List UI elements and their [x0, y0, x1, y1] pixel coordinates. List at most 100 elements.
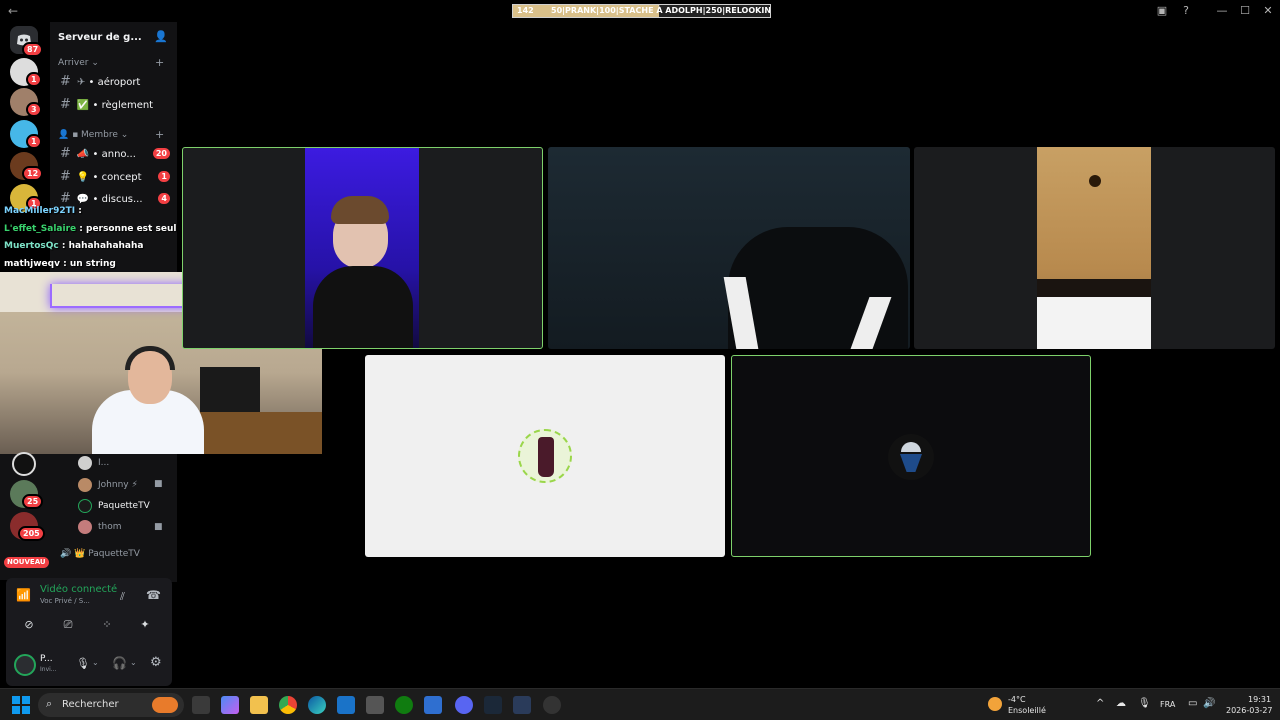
mail-icon[interactable]: [337, 696, 355, 714]
minimize-icon[interactable]: —: [1214, 4, 1230, 18]
chevron-down-icon[interactable]: ⌄: [130, 658, 137, 667]
add-channel-icon[interactable]: +: [155, 128, 164, 141]
windows-start-icon[interactable]: [12, 696, 32, 714]
discord-home-icon[interactable]: 87: [10, 26, 44, 57]
steam-icon[interactable]: [484, 696, 502, 714]
invite-icon[interactable]: 👤: [154, 30, 168, 43]
weather-temp: -4°C: [1008, 695, 1026, 704]
category-membre[interactable]: 👤 ▪ Membre ⌄: [58, 130, 128, 140]
microphone-icon[interactable]: 🎙: [1138, 698, 1151, 709]
task-view-icon[interactable]: [192, 696, 210, 714]
voice-channel-row[interactable]: 🔊 👑 PaquetteTV: [60, 545, 140, 563]
channel-annonces[interactable]: # 📣 • anno... 20: [60, 145, 170, 163]
cloud-icon[interactable]: ☁: [1116, 698, 1126, 709]
activities-button[interactable]: ⁘: [92, 615, 122, 635]
bed: [1037, 297, 1151, 349]
tray-expand-icon[interactable]: ^: [1096, 698, 1104, 709]
server-name[interactable]: Serveur de g...: [58, 32, 142, 43]
settings-gear-icon[interactable]: ⚙: [150, 655, 162, 670]
server-icon[interactable]: [12, 452, 36, 476]
noise-suppression-icon[interactable]: ⫽: [120, 590, 125, 604]
search-highlight-icon: [152, 697, 178, 713]
chat-line: mathjweqv : un string: [4, 258, 116, 269]
hash-icon: #: [60, 74, 71, 89]
voice-channel[interactable]: Voc Privé / S...: [40, 597, 90, 605]
server-icon[interactable]: 12: [10, 152, 44, 181]
voice-member[interactable]: thom: [78, 518, 122, 536]
check-icon: ✅: [76, 100, 90, 111]
microphone-icon[interactable]: 🎙: [76, 657, 90, 670]
donation-ticker: 142 50|PRANK|100|STACHE À ADOLPH|250|REL…: [512, 4, 771, 18]
server-badge: 205: [18, 526, 45, 541]
monitor: [200, 367, 260, 412]
clock-time[interactable]: 19:31: [1248, 695, 1271, 704]
chrome-icon[interactable]: [279, 696, 297, 714]
chevron-down-icon[interactable]: ⌄: [92, 658, 99, 667]
server-badge: 3: [26, 102, 42, 117]
server-icon[interactable]: 3: [10, 88, 42, 117]
channel-concept[interactable]: # 💡 • concept 1: [60, 168, 170, 186]
app-icon[interactable]: [543, 696, 561, 714]
maximize-icon[interactable]: ☐: [1237, 4, 1253, 18]
network-icon[interactable]: ▭: [1188, 698, 1197, 709]
server-icon[interactable]: 25: [10, 480, 44, 509]
hash-icon: #: [60, 146, 71, 161]
participant-video: [305, 148, 419, 348]
avatar: [78, 477, 92, 492]
participant-avatar: [518, 429, 572, 483]
channel-aeroport[interactable]: # ✈ • aéroport: [60, 73, 170, 91]
voice-member[interactable]: PaquetteTV: [78, 497, 150, 515]
language-indicator[interactable]: FRA: [1160, 700, 1175, 709]
server-badge: 12: [22, 166, 44, 181]
unread-badge: 1: [158, 171, 170, 182]
back-arrow-icon[interactable]: ←: [8, 3, 24, 19]
app-icon[interactable]: [513, 696, 531, 714]
volume-icon[interactable]: 🔊: [1203, 698, 1215, 709]
search-icon: ⌕: [46, 697, 53, 710]
channel-reglement[interactable]: # ✅ • règlement: [60, 96, 170, 114]
headphones-icon[interactable]: 🎧: [112, 656, 127, 670]
plane-icon: ✈: [76, 77, 86, 88]
video-icon: ■: [154, 479, 163, 489]
clock-date[interactable]: 2026-03-27: [1226, 706, 1273, 715]
server-icon[interactable]: 1: [10, 58, 42, 87]
voice-status[interactable]: Vidéo connecté: [40, 584, 117, 595]
hash-icon: #: [60, 169, 71, 184]
avatar: [78, 455, 92, 470]
weather-icon[interactable]: [988, 697, 1002, 711]
file-explorer-icon[interactable]: [250, 696, 268, 714]
voice-member[interactable]: Johnny ⚡: [78, 476, 138, 494]
server-icon[interactable]: 205: [10, 512, 45, 541]
xbox-icon[interactable]: [395, 696, 413, 714]
video-tile[interactable]: [365, 355, 725, 557]
close-icon[interactable]: ✕: [1260, 4, 1276, 18]
add-channel-icon[interactable]: +: [155, 56, 164, 69]
voice-member[interactable]: I...: [78, 454, 109, 472]
settings-icon[interactable]: [366, 696, 384, 714]
inbox-icon[interactable]: ▣: [1154, 4, 1170, 18]
disconnect-icon[interactable]: ☎: [146, 588, 161, 602]
camera-toggle-button[interactable]: ⊘: [14, 615, 44, 635]
user-avatar[interactable]: [14, 654, 36, 676]
idea-icon: 💡: [76, 172, 90, 183]
store-icon[interactable]: [424, 696, 442, 714]
edge-icon[interactable]: [308, 696, 326, 714]
video-tile[interactable]: [731, 355, 1091, 557]
search-input[interactable]: ⌕ Rechercher: [38, 693, 184, 717]
video-tile[interactable]: [182, 147, 543, 349]
server-icon[interactable]: 1: [10, 120, 42, 149]
help-icon[interactable]: ?: [1178, 4, 1194, 18]
soundboard-button[interactable]: ✦: [130, 615, 160, 635]
unread-badge: 20: [152, 148, 170, 159]
home-badge: 87: [22, 42, 44, 57]
category-arriver[interactable]: Arriver ⌄: [58, 58, 99, 68]
user-name: P...: [40, 654, 53, 664]
server-badge: 25: [22, 494, 44, 509]
video-tile[interactable]: [914, 147, 1275, 349]
lower-sidebar: 25 205 NOUVEAU I... Johnny ⚡ PaquetteTV …: [0, 452, 177, 580]
copilot-icon[interactable]: [221, 696, 239, 714]
discord-icon[interactable]: [455, 696, 473, 714]
screen-share-button[interactable]: ⎚: [53, 615, 83, 635]
video-tile[interactable]: [548, 147, 910, 349]
title-bar: ← 142 50|PRANK|100|STACHE À ADOLPH|250|R…: [0, 0, 1280, 22]
